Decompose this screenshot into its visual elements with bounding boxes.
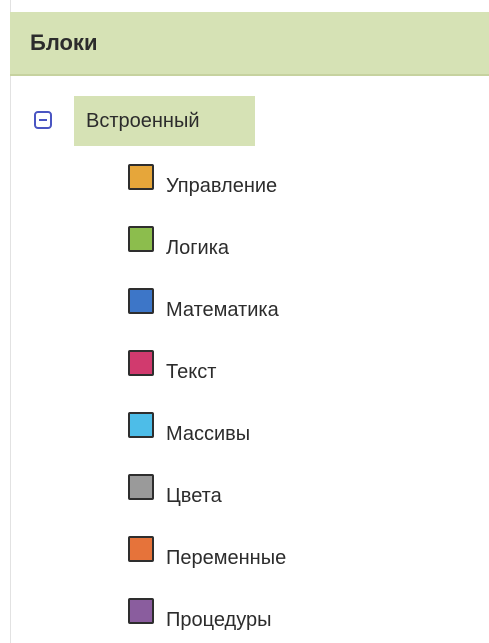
control-color-swatch-icon (128, 164, 154, 190)
category-label: Логика (166, 237, 230, 259)
category-item-control[interactable]: Управление (128, 164, 368, 226)
category-list: Управление Логика Математика Текст Масси… (128, 164, 368, 643)
variables-color-swatch-icon (128, 536, 154, 562)
text-color-swatch-icon (128, 350, 154, 376)
category-item-logic[interactable]: Логика (128, 226, 368, 288)
category-item-colors[interactable]: Цвета (128, 474, 368, 536)
tree-root-label-highlight[interactable]: Встроенный (74, 96, 255, 146)
category-label: Процедуры (166, 609, 272, 631)
category-label: Текст (166, 361, 217, 383)
blocks-panel: Блоки Встроенный Управление Логика Матем… (0, 0, 489, 643)
category-item-procedures[interactable]: Процедуры (128, 598, 368, 643)
panel-title: Блоки (30, 30, 98, 55)
tree-root-builtin[interactable]: Встроенный (34, 96, 264, 146)
category-label: Математика (166, 299, 279, 321)
category-label: Массивы (166, 423, 251, 445)
category-item-variables[interactable]: Переменные (128, 536, 368, 598)
collapse-minus-icon[interactable] (34, 111, 52, 129)
category-item-lists[interactable]: Массивы (128, 412, 368, 474)
tree-root-label: Встроенный (86, 110, 200, 132)
procedures-color-swatch-icon (128, 598, 154, 624)
math-color-swatch-icon (128, 288, 154, 314)
panel-header: Блоки (10, 12, 489, 76)
logic-color-swatch-icon (128, 226, 154, 252)
category-label: Цвета (166, 485, 222, 507)
category-item-math[interactable]: Математика (128, 288, 368, 350)
category-label: Управление (166, 175, 278, 197)
category-label: Переменные (166, 547, 287, 569)
panel-left-border (10, 0, 11, 643)
category-item-text[interactable]: Текст (128, 350, 368, 412)
lists-color-swatch-icon (128, 412, 154, 438)
colors-color-swatch-icon (128, 474, 154, 500)
